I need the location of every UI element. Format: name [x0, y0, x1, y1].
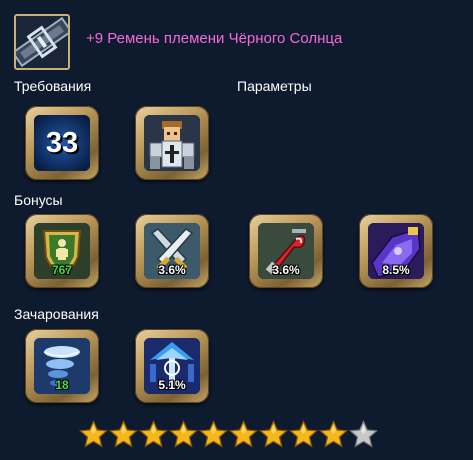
star-filled-icon — [79, 420, 108, 449]
bonus-slot-magic[interactable]: 8.5% — [359, 214, 433, 288]
star-filled-icon — [169, 420, 198, 449]
requirements-label: Требования — [14, 78, 92, 94]
bonus-slot-critical[interactable]: 3.6% — [249, 214, 323, 288]
mana-rune-icon: 5.1% — [144, 338, 200, 394]
item-tooltip: +9 Ремень племени Чёрного Солнца Требова… — [0, 0, 473, 460]
required-level: 33 — [45, 127, 79, 159]
requirement-class-slot[interactable] — [135, 106, 209, 180]
bonus-value-attack: 3.6% — [158, 263, 186, 277]
level-icon: 33 — [34, 115, 90, 171]
shield-health-icon: 767 — [34, 223, 90, 279]
star-filled-icon — [259, 420, 288, 449]
enchantment-slot-mana[interactable]: 5.1% — [135, 329, 209, 403]
bonus-slot-health[interactable]: 767 — [25, 214, 99, 288]
bonus-value-critical: 3.6% — [272, 263, 300, 277]
requirement-level-slot[interactable]: 33 — [25, 106, 99, 180]
enhancement-rating — [79, 420, 378, 450]
belt-icon — [14, 14, 70, 70]
star-filled-icon — [289, 420, 318, 449]
star-filled-icon — [199, 420, 228, 449]
bonus-slot-attack[interactable]: 3.6% — [135, 214, 209, 288]
bonus-value-health: 767 — [51, 263, 73, 277]
star-filled-icon — [109, 420, 138, 449]
enchantment-value-wind: 18 — [55, 378, 69, 392]
star-empty-icon — [349, 420, 378, 449]
star-filled-icon — [319, 420, 348, 449]
item-title: +9 Ремень племени Чёрного Солнца — [86, 30, 343, 47]
knight-class-icon — [144, 115, 200, 171]
star-filled-icon — [139, 420, 168, 449]
star-filled-icon — [229, 420, 258, 449]
red-hook-weapon-icon: 3.6% — [258, 223, 314, 279]
bonuses-label: Бонусы — [14, 192, 63, 208]
enchantments-label: Зачарования — [14, 306, 99, 322]
purple-gauntlet-icon: 8.5% — [368, 223, 424, 279]
parameters-label: Параметры — [237, 78, 312, 94]
enchantment-value-mana: 5.1% — [158, 378, 186, 392]
blue-whirlwind-icon: 18 — [34, 338, 90, 394]
crossed-swords-icon: 3.6% — [144, 223, 200, 279]
enchantment-slot-wind[interactable]: 18 — [25, 329, 99, 403]
bonus-value-magic: 8.5% — [382, 263, 410, 277]
